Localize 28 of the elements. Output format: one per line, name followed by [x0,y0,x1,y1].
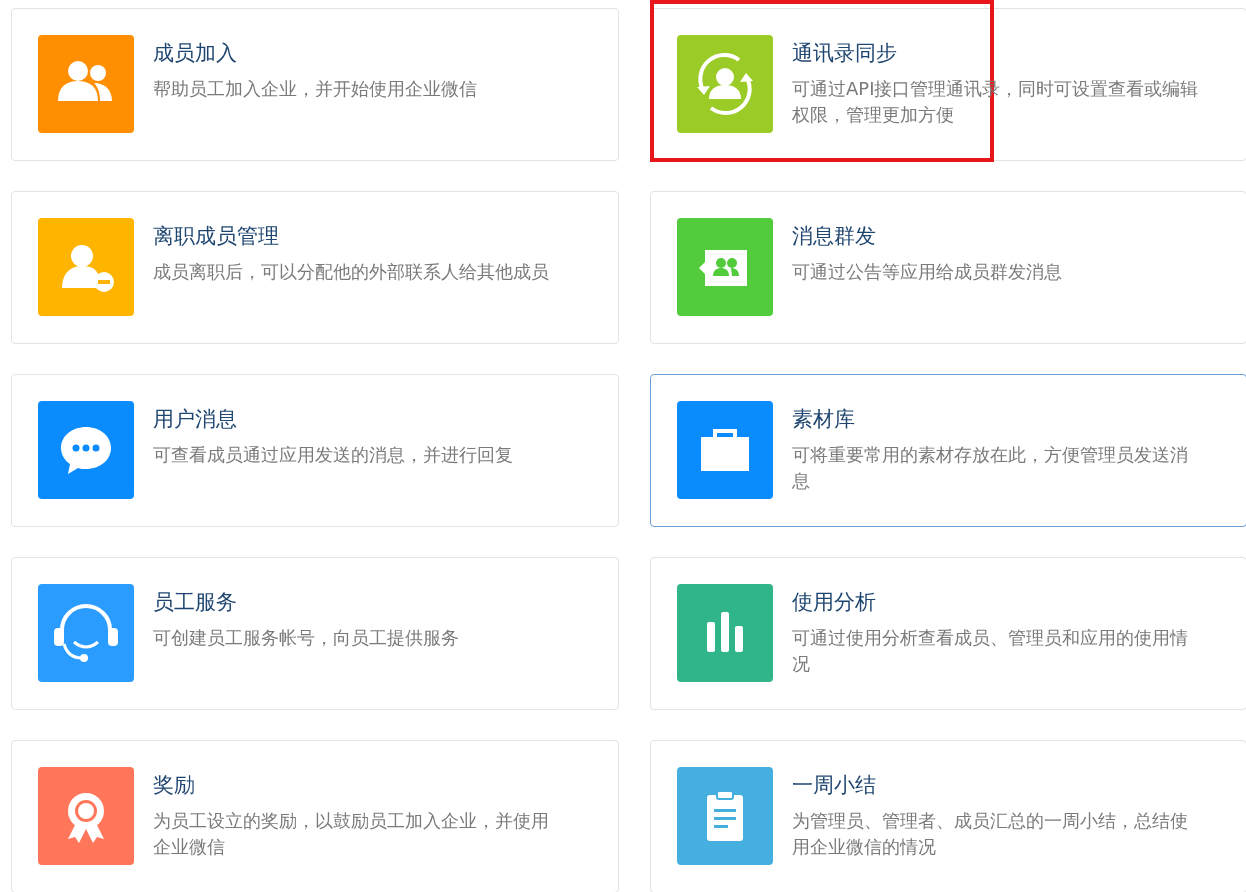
card-description: 为管理员、管理者、成员汇总的一周小结，总结使用企业微信的情况 [792,809,1189,859]
card-description: 为员工设立的奖励，以鼓励员工加入企业，并使用企业微信 [153,809,550,859]
card-description: 可通过使用分析查看成员、管理员和应用的使用情况 [792,626,1189,676]
feature-card[interactable]: 用户消息 可查看成员通过应用发送的消息，并进行回复 [11,374,619,527]
feature-card[interactable]: 素材库 可将重要常用的素材存放在此，方便管理员发送消息 [650,374,1246,527]
feature-card[interactable]: 离职成员管理 成员离职后，可以分配他的外部联系人给其他成员 [11,191,619,344]
feature-card[interactable]: 一周小结 为管理员、管理者、成员汇总的一周小结，总结使用企业微信的情况 [650,740,1246,892]
card-title: 员工服务 [153,589,238,615]
card-title: 使用分析 [792,589,877,615]
feature-card[interactable]: 消息群发 可通过公告等应用给成员群发消息 [650,191,1246,344]
card-title: 一周小结 [792,772,877,798]
card-description: 可查看成员通过应用发送的消息，并进行回复 [153,443,514,467]
card-title: 奖励 [153,772,196,798]
card-title: 消息群发 [792,223,877,249]
card-description: 可将重要常用的素材存放在此，方便管理员发送消息 [792,443,1189,493]
feature-card[interactable]: 成员加入 帮助员工加入企业，并开始使用企业微信 [11,8,619,161]
card-description: 成员离职后，可以分配他的外部联系人给其他成员 [153,260,550,284]
card-title: 离职成员管理 [153,223,280,249]
card-description: 可创建员工服务帐号，向员工提供服务 [153,626,460,650]
card-title: 成员加入 [153,40,238,66]
card-title: 素材库 [792,406,856,432]
card-title: 用户消息 [153,406,238,432]
card-title: 通讯录同步 [792,40,898,66]
feature-card[interactable]: 奖励 为员工设立的奖励，以鼓励员工加入企业，并使用企业微信 [11,740,619,892]
feature-card[interactable]: 使用分析 可通过使用分析查看成员、管理员和应用的使用情况 [650,557,1246,710]
feature-card[interactable]: 员工服务 可创建员工服务帐号，向员工提供服务 [11,557,619,710]
card-description: 可通过公告等应用给成员群发消息 [792,260,1063,284]
card-description: 帮助员工加入企业，并开始使用企业微信 [153,77,478,101]
